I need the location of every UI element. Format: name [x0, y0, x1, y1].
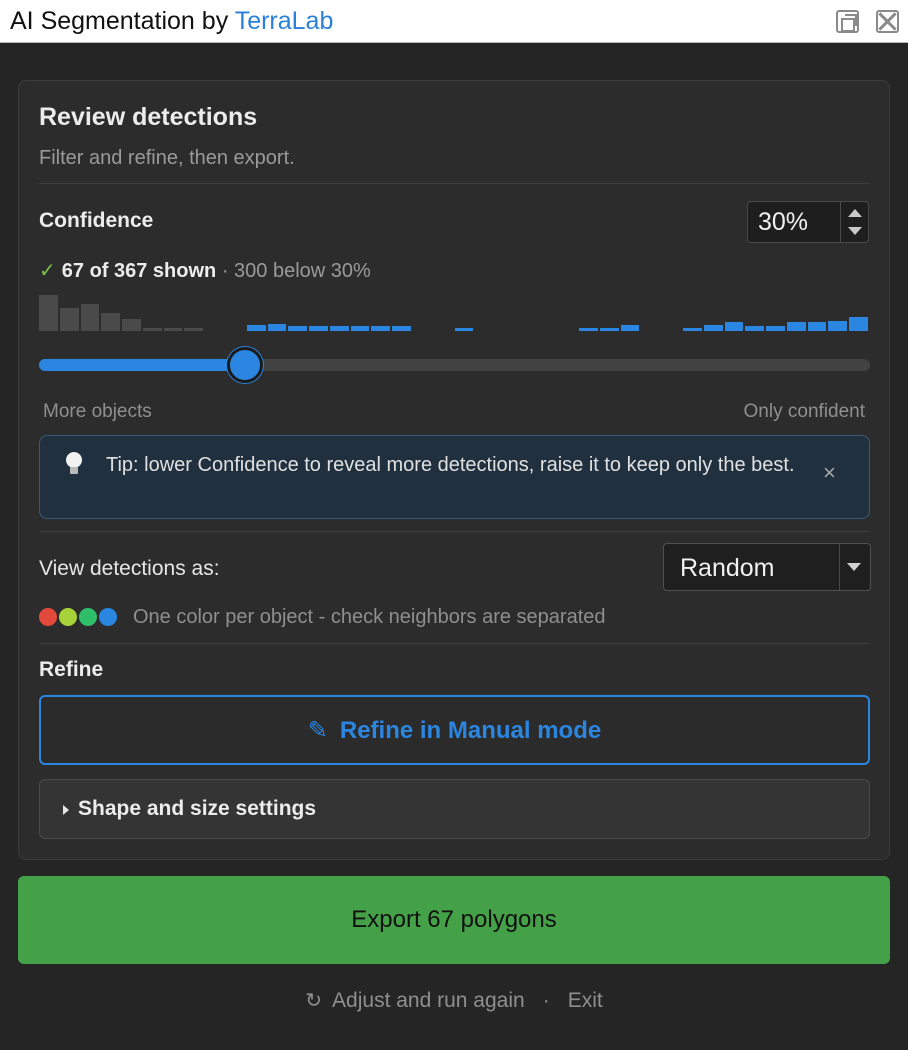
title-bar: AI Segmentation by TerraLab [0, 0, 908, 43]
histogram-bar [267, 324, 287, 331]
export-label: Export 67 polygons [351, 906, 557, 933]
histogram-bar [745, 326, 765, 331]
refine-manual-button[interactable]: ✎ Refine in Manual mode [39, 695, 870, 765]
spin-up-icon[interactable] [848, 209, 862, 217]
histogram-bar [828, 321, 848, 331]
footer-links: ↻ Adjust and run again · Exit [0, 988, 908, 1013]
histogram-bar [101, 313, 121, 331]
histogram-bar [122, 319, 141, 331]
histogram-bar [703, 325, 723, 331]
check-icon: ✓ [39, 260, 56, 282]
shown-count: 67 of 367 shown [61, 260, 217, 282]
select-separator [839, 544, 840, 590]
divider [39, 643, 870, 644]
histogram-bar [454, 328, 474, 331]
redo-icon[interactable]: ↻ [305, 988, 322, 1013]
histogram-bar [786, 322, 806, 331]
confidence-spinbox[interactable]: 30% [747, 201, 869, 243]
color-dot-red [39, 608, 57, 626]
footer-separator: · [542, 989, 550, 1012]
histogram-bar [329, 326, 349, 331]
slider-handle[interactable] [227, 347, 263, 383]
window-title-brand: TerraLab [234, 7, 334, 35]
histogram-bar [683, 328, 702, 331]
histogram-bar [392, 326, 411, 331]
histogram-bar [246, 325, 266, 331]
divider [39, 183, 870, 184]
color-dot-green [79, 608, 97, 626]
histogram-bar [142, 328, 162, 331]
tip-banner: Tip: lower Confidence to reveal more det… [39, 435, 870, 519]
confidence-histogram [39, 295, 870, 331]
histogram-bar [371, 326, 391, 331]
spinbox-arrows[interactable] [840, 202, 868, 242]
triangle-right-icon [63, 805, 69, 815]
window-title: AI Segmentation by TerraLab [10, 7, 333, 36]
tip-close-icon[interactable]: × [823, 460, 836, 486]
histogram-bar [849, 317, 868, 331]
shape-settings-label: Shape and size settings [78, 797, 317, 820]
refine-manual-label: Refine in Manual mode [339, 717, 602, 744]
histogram-bar [620, 325, 640, 331]
review-subtitle: Filter and refine, then export. [39, 147, 295, 169]
histogram-bar [184, 328, 204, 331]
range-high-label: Only confident [743, 401, 865, 422]
adjust-run-again-link[interactable]: Adjust and run again [332, 989, 525, 1012]
divider [39, 531, 870, 532]
histogram-bar [807, 322, 827, 331]
histogram-bar [163, 328, 183, 331]
review-card: Review detections Filter and refine, the… [18, 80, 890, 860]
confidence-slider[interactable] [39, 347, 870, 383]
view-as-label: View detections as: [39, 557, 220, 580]
view-mode-value[interactable]: Random [680, 554, 775, 583]
chevron-down-icon[interactable] [847, 563, 861, 571]
slider-fill [39, 359, 245, 371]
histogram-bar [309, 326, 328, 331]
exit-link[interactable]: Exit [568, 989, 603, 1012]
tip-text: Tip: lower Confidence to reveal more det… [106, 454, 795, 476]
histogram-bar [724, 322, 744, 331]
shape-settings-toggle[interactable]: Shape and size settings [39, 779, 870, 839]
shown-summary: ✓ 67 of 367 shown · 300 below 30% [39, 258, 371, 283]
histogram-bar [59, 308, 79, 331]
close-icon[interactable] [876, 10, 899, 33]
histogram-bar [579, 328, 598, 331]
refine-label: Refine [39, 658, 104, 681]
float-icon[interactable] [836, 10, 859, 33]
review-title: Review detections [39, 103, 258, 131]
range-low-label: More objects [43, 401, 152, 422]
histogram-bar [288, 326, 308, 331]
view-mode-select[interactable]: Random [663, 543, 871, 591]
export-button[interactable]: Export 67 polygons [18, 876, 890, 964]
histogram-bar [599, 328, 619, 331]
confidence-value[interactable]: 30% [758, 208, 808, 237]
histogram-bar [350, 326, 370, 331]
color-dot-lime [59, 608, 77, 626]
spin-down-icon[interactable] [848, 227, 862, 235]
refine-manual-content[interactable]: ✎ Refine in Manual mode [41, 716, 868, 745]
window-title-prefix: AI Segmentation by [10, 7, 235, 35]
confidence-label: Confidence [39, 209, 154, 232]
pencil-icon: ✎ [307, 717, 328, 744]
histogram-bar [80, 304, 100, 331]
color-dot-blue [99, 608, 117, 626]
histogram-bar [39, 295, 58, 331]
below-count: · 300 below 30% [216, 260, 371, 282]
color-description: One color per object - check neighbors a… [133, 606, 606, 628]
histogram-bar [766, 326, 785, 331]
